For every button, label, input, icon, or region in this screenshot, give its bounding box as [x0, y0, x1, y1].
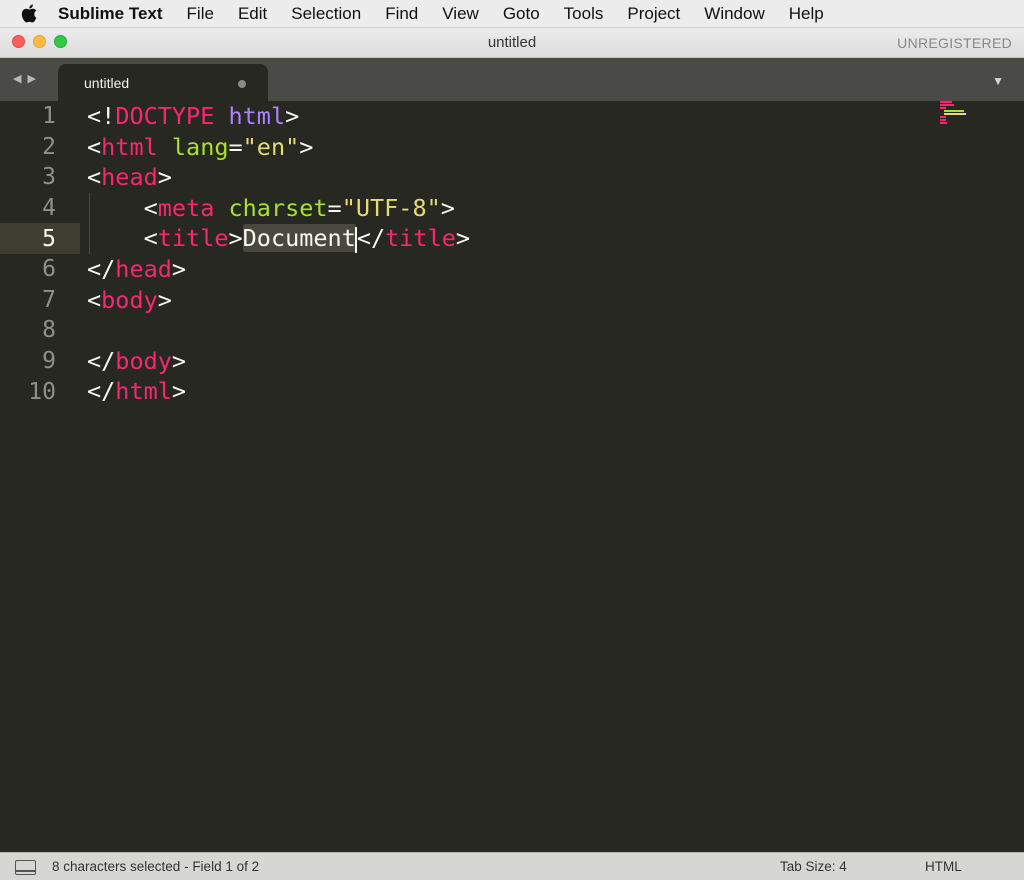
- app-name-menu[interactable]: Sublime Text: [58, 4, 163, 24]
- menu-goto[interactable]: Goto: [503, 4, 540, 24]
- code-line[interactable]: 7 <body>: [0, 285, 1024, 316]
- line-number: 3: [42, 164, 56, 191]
- line-text-with-selection: <title>Document</title>: [87, 223, 470, 254]
- line-number: 8: [42, 317, 56, 344]
- panel-toggle-icon[interactable]: [15, 860, 36, 875]
- line-number: 9: [42, 348, 56, 375]
- window-title: untitled: [487, 34, 537, 51]
- code-line[interactable]: 10 </html>: [0, 376, 1024, 407]
- menu-help[interactable]: Help: [789, 4, 824, 24]
- code-line[interactable]: 2 <html lang="en">: [0, 132, 1024, 163]
- menu-bar: Sublime Text File Edit Selection Find Vi…: [0, 0, 1024, 28]
- tab-bar: ◀ ▶ untitled ▼: [0, 58, 1024, 101]
- menu-window[interactable]: Window: [704, 4, 764, 24]
- line-text: </html>: [87, 377, 187, 406]
- code-line[interactable]: 9 </body>: [0, 346, 1024, 377]
- line-text: <!DOCTYPE html>: [87, 102, 300, 130]
- line-text-before-selection: <title>: [143, 224, 243, 253]
- tab-untitled[interactable]: untitled: [58, 64, 268, 101]
- line-text: <head>: [87, 163, 172, 192]
- line-text-after-selection: </title>: [356, 224, 471, 253]
- line-text: <body>: [87, 285, 172, 314]
- menu-edit[interactable]: Edit: [238, 4, 267, 24]
- status-bar: 8 characters selected - Field 1 of 2 Tab…: [0, 852, 1024, 880]
- line-number: 2: [42, 133, 56, 160]
- menu-find[interactable]: Find: [385, 4, 418, 24]
- line-number: 5: [0, 223, 80, 254]
- code-line[interactable]: 3 <head>: [0, 162, 1024, 193]
- arrow-left-icon[interactable]: ◀: [13, 72, 21, 85]
- license-status: UNREGISTERED: [897, 34, 1012, 51]
- status-message: 8 characters selected - Field 1 of 2: [52, 859, 260, 874]
- tab-size-selector[interactable]: Tab Size: 4: [780, 859, 847, 874]
- tab-label: untitled: [84, 74, 130, 91]
- code-line-current[interactable]: 5 <title>Document</title>: [0, 223, 1024, 254]
- code-line[interactable]: 6 </head>: [0, 254, 1024, 285]
- line-number: 4: [42, 195, 56, 222]
- tab-dropdown-icon[interactable]: ▼: [992, 74, 1004, 88]
- arrow-right-icon[interactable]: ▶: [27, 72, 35, 85]
- line-text: </head>: [87, 255, 187, 283]
- syntax-selector[interactable]: HTML: [925, 859, 962, 874]
- line-number: 1: [42, 103, 56, 130]
- line-text: </body>: [87, 346, 187, 375]
- line-number: 10: [28, 378, 56, 405]
- window-title-bar: untitled UNREGISTERED: [0, 28, 1024, 58]
- text-selection[interactable]: Document: [242, 224, 356, 253]
- line-number: 6: [42, 256, 56, 283]
- line-number: 7: [42, 286, 56, 313]
- menu-tools[interactable]: Tools: [564, 4, 604, 24]
- menu-selection[interactable]: Selection: [291, 4, 361, 24]
- line-text: <html lang="en">: [87, 132, 314, 161]
- tab-navigation: ◀ ▶: [13, 72, 36, 85]
- line-text: <meta charset="UTF-8">: [143, 193, 455, 222]
- menu-file[interactable]: File: [187, 4, 214, 24]
- menu-project[interactable]: Project: [627, 4, 680, 24]
- code-line[interactable]: 4 <meta charset="UTF-8">: [0, 193, 1024, 224]
- apple-icon[interactable]: [0, 4, 58, 23]
- code-line[interactable]: 1 <!DOCTYPE html>: [0, 101, 1024, 132]
- menu-view[interactable]: View: [442, 4, 479, 24]
- code-editor[interactable]: 1 <!DOCTYPE html> 2 <html lang="en"> 3 <…: [0, 101, 1024, 852]
- code-line[interactable]: 8: [0, 315, 1024, 346]
- unsaved-dot-icon[interactable]: [238, 80, 246, 88]
